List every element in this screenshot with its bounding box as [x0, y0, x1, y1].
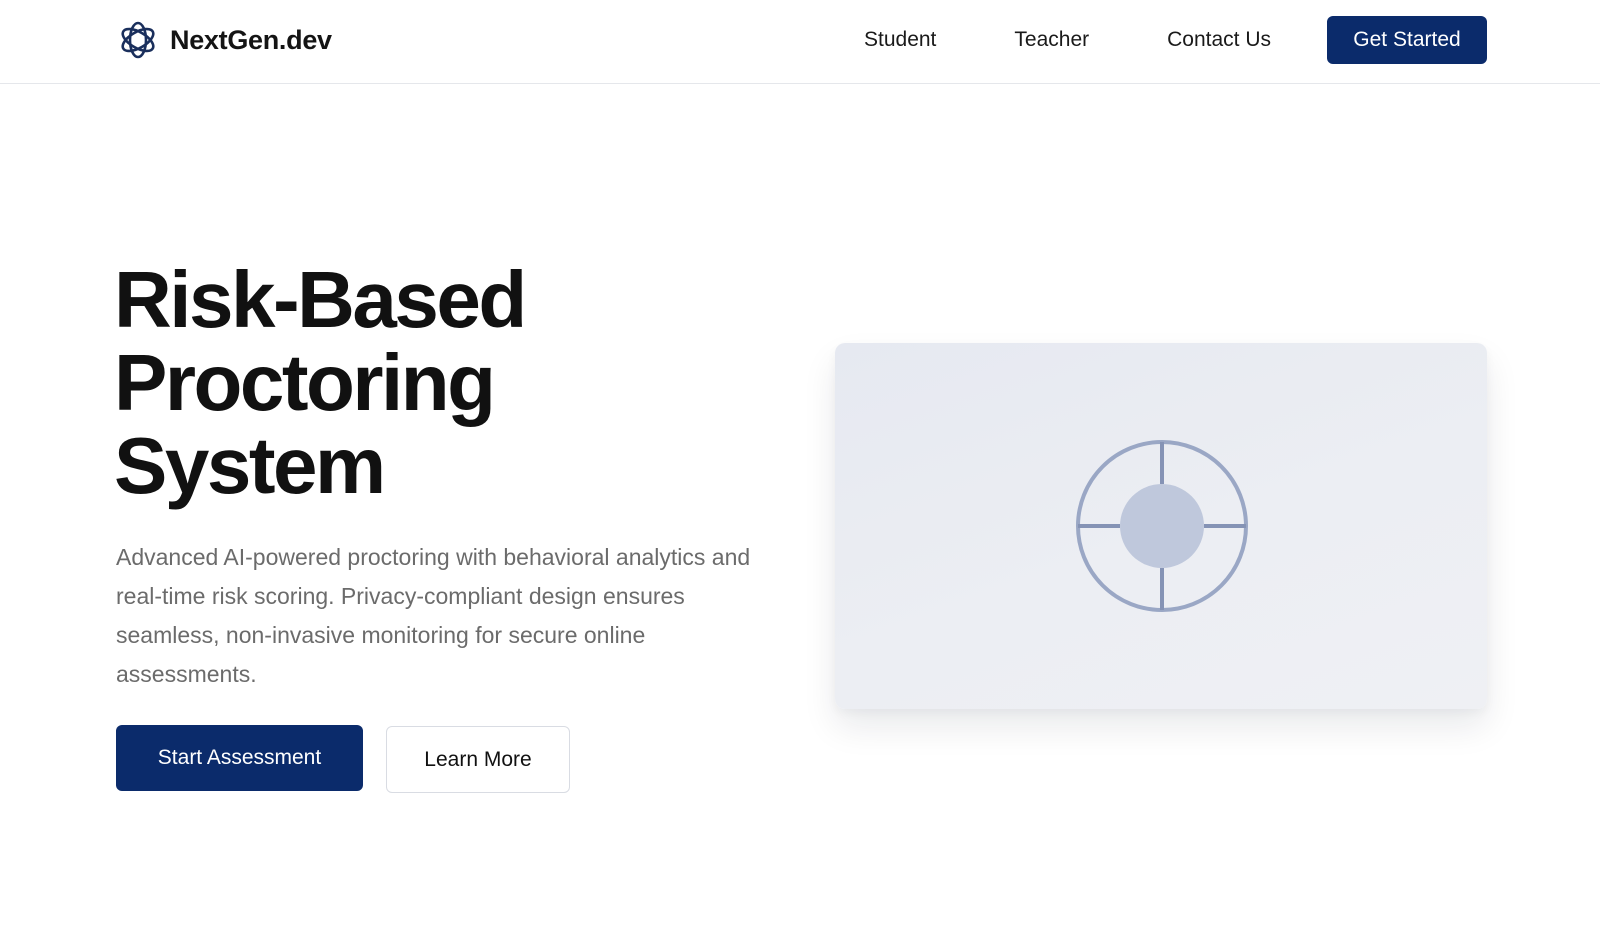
nav-link-contact-us[interactable]: Contact Us — [1167, 28, 1271, 52]
learn-more-button[interactable]: Learn More — [386, 726, 570, 793]
nav-link-student[interactable]: Student — [864, 28, 936, 52]
brand-name: NextGen.dev — [170, 24, 332, 55]
get-started-button[interactable]: Get Started — [1327, 16, 1487, 64]
knot-logo-icon — [121, 21, 155, 59]
hero-title-line: System — [114, 421, 386, 510]
hero-title: Risk-Based Proctoring System — [114, 258, 754, 507]
crosshair-target-icon — [1076, 440, 1248, 612]
brand-logo-link[interactable]: NextGen.dev — [116, 17, 332, 63]
hero-illustration-card — [835, 343, 1487, 709]
nav-link-teacher[interactable]: Teacher — [1014, 28, 1089, 52]
top-navbar: NextGen.dev Student Teacher Contact Us G… — [0, 0, 1600, 84]
hero-title-line: Proctoring — [114, 338, 496, 427]
hero-description: Advanced AI-powered proctoring with beha… — [116, 544, 751, 687]
start-assessment-button[interactable]: Start Assessment — [116, 725, 363, 791]
nav-links: Student Teacher Contact Us Get Started — [864, 0, 1487, 80]
hero-title-line: Risk-Based — [114, 255, 527, 344]
